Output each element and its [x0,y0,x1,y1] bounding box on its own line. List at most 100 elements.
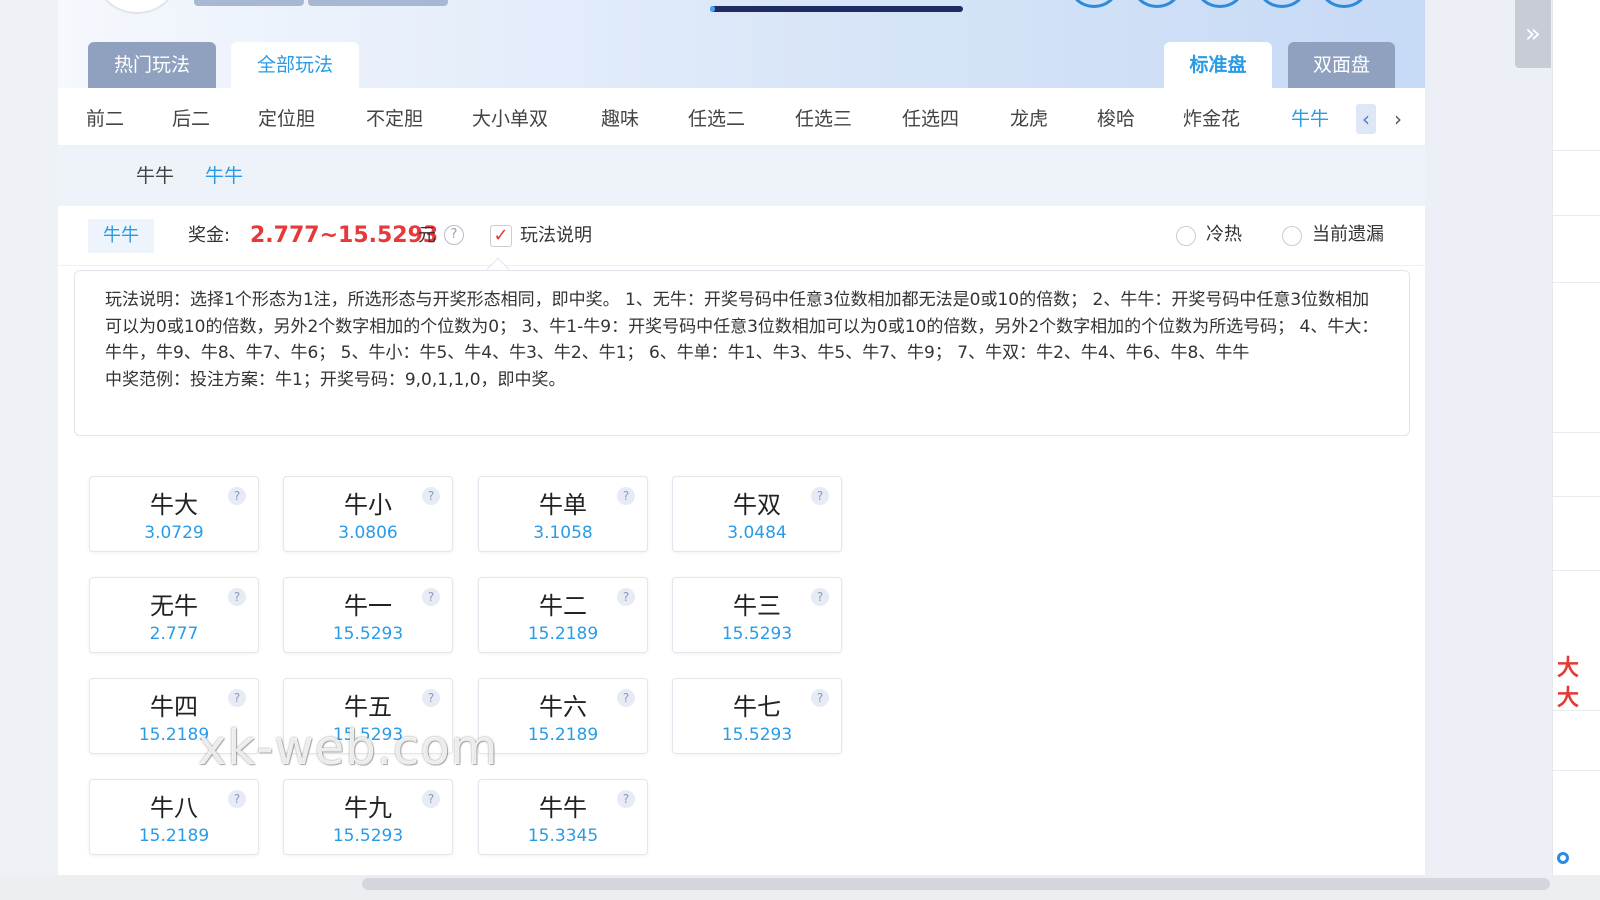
question-icon[interactable]: ? [228,689,246,707]
prize-unit: 元 [418,225,436,246]
bet-option-odds: 15.5293 [721,624,793,644]
bet-option-card[interactable]: 牛二 15.2189? [478,577,648,653]
nav-next-button[interactable]: › [1388,104,1408,134]
bet-option-odds: 15.5293 [332,725,404,745]
bet-option-odds: 15.5293 [332,624,404,644]
bet-option-card[interactable]: 牛大 3.0729? [89,476,259,552]
nav-item-niu-niu[interactable]: 牛牛 [1291,88,1329,146]
question-icon[interactable]: ? [422,790,440,808]
divider [1553,496,1600,497]
question-icon[interactable]: ? [811,487,829,505]
double-chevron-right-icon: » [1525,19,1541,49]
prize-info-bar: 牛牛 奖金: 2.777~15.5293 元 ? ✓ 玩法说明 冷热 当前遗漏 [58,206,1425,266]
sub-category-bar: 牛牛 牛牛 [58,146,1425,206]
tab-double-side-board[interactable]: 双面盘 [1288,42,1395,88]
tab-hot-plays[interactable]: 热门玩法 [88,42,216,88]
hot-cold-radio[interactable] [1176,226,1196,246]
rules-description: 玩法说明：选择1个形态为1注，所选形态与开奖形态相同，即中奖。 1、无牛：开奖号… [74,270,1410,436]
question-icon[interactable]: ? [228,487,246,505]
bet-option-odds: 3.1058 [533,523,593,543]
tab-all-plays[interactable]: 全部玩法 [231,42,359,88]
nav-item-ren-xuan-san[interactable]: 任选三 [795,88,852,146]
question-icon[interactable]: ? [617,588,635,606]
nav-item-qian-er[interactable]: 前二 [86,88,124,146]
bet-option-card[interactable]: 牛五 15.5293? [283,678,453,754]
hot-cold-label[interactable]: 冷热 [1206,206,1242,264]
edge-label: 大 [1557,686,1580,711]
draw-progress-bar [710,6,963,12]
nav-item-qu-wei[interactable]: 趣味 [601,88,639,146]
bet-option-card[interactable]: 牛三 15.5293? [672,577,842,653]
bet-option-odds: 15.5293 [721,725,793,745]
question-icon[interactable]: ? [422,487,440,505]
prize-label: 奖金: [188,225,231,246]
nav-item-long-hu[interactable]: 龙虎 [1010,88,1048,146]
header-button[interactable] [194,0,304,6]
rules-checkbox[interactable]: ✓ [490,225,512,247]
bet-option-odds: 15.3345 [527,826,599,846]
divider [1553,432,1600,433]
bet-option-card[interactable]: 牛小 3.0806? [283,476,453,552]
question-icon[interactable]: ? [422,588,440,606]
question-icon[interactable]: ? [422,689,440,707]
bet-option-card[interactable]: 牛单 3.1058? [478,476,648,552]
bet-option-odds: 3.0806 [338,523,398,543]
nav-item-hou-er[interactable]: 后二 [172,88,210,146]
bet-option-card[interactable]: 无牛 2.777? [89,577,259,653]
bet-option-odds: 15.2189 [527,725,599,745]
question-icon[interactable]: ? [617,487,635,505]
result-ball [1320,0,1368,8]
question-icon[interactable]: ? [617,790,635,808]
divider [1553,282,1600,283]
rules-checkbox-label[interactable]: 玩法说明 [520,206,592,266]
play-category-nav: 前二 后二 定位胆 不定胆 大小单双 趣味 任选二 任选三 任选四 龙虎 梭哈 … [58,88,1425,146]
nav-item-ren-xuan-si[interactable]: 任选四 [902,88,959,146]
nav-item-ren-xuan-er[interactable]: 任选二 [688,88,745,146]
question-icon[interactable]: ? [444,225,464,245]
nav-item-ding-wei-dan[interactable]: 定位胆 [258,88,315,146]
right-side-panel: 大 大 [1552,0,1600,900]
collapse-panel-button[interactable]: » [1515,0,1551,68]
header-button[interactable] [308,0,448,6]
rules-example: 中奖范例：投注方案：牛1；开奖号码：9,0,1,1,0，即中奖。 [105,369,566,390]
result-ball [1196,0,1244,8]
nav-item-zha-jin-hua[interactable]: 炸金花 [1183,88,1240,146]
question-icon[interactable]: ? [228,588,246,606]
bet-option-odds: 2.777 [149,624,199,644]
bet-option-odds: 15.2189 [527,624,599,644]
nav-prev-button[interactable]: ‹ [1356,104,1376,134]
missing-radio[interactable] [1282,226,1302,246]
chevron-left-icon: ‹ [1362,107,1370,131]
avatar [96,0,178,14]
nav-item-suo-ha[interactable]: 梭哈 [1097,88,1135,146]
bet-option-odds: 15.2189 [138,725,210,745]
header: 热门玩法 全部玩法 标准盘 双面盘 [58,0,1425,88]
divider [1553,770,1600,771]
bet-option-card[interactable]: 牛双 3.0484? [672,476,842,552]
result-ball [1258,0,1306,8]
bet-option-odds: 3.0484 [727,523,787,543]
tab-standard-board[interactable]: 标准盘 [1164,42,1272,88]
missing-label[interactable]: 当前遗漏 [1312,206,1384,264]
left-background [0,0,58,900]
nav-item-bu-ding-dan[interactable]: 不定胆 [366,88,423,146]
nav-item-da-xiao-dan-shuang[interactable]: 大小单双 [472,88,548,146]
bet-option-card[interactable]: 牛六 15.2189? [478,678,648,754]
scrollbar-thumb[interactable] [362,878,1550,890]
sub-item-niu-niu[interactable]: 牛牛 [205,146,243,206]
prize-value: 2.777~15.5293 [250,223,439,248]
edge-label: 大 [1557,656,1580,681]
bet-option-card[interactable]: 牛九 15.5293? [283,779,453,855]
bet-option-card[interactable]: 牛四 15.2189? [89,678,259,754]
question-icon[interactable]: ? [228,790,246,808]
main-panel: 热门玩法 全部玩法 标准盘 双面盘 前二 后二 定位胆 不定胆 大小单双 趣味 … [58,0,1425,900]
question-icon[interactable]: ? [617,689,635,707]
question-icon[interactable]: ? [811,588,829,606]
question-icon[interactable]: ? [811,689,829,707]
bet-option-card[interactable]: 牛一 15.5293? [283,577,453,653]
bet-option-card[interactable]: 牛七 15.5293? [672,678,842,754]
divider [1553,570,1600,571]
bet-option-card[interactable]: 牛八 15.2189? [89,779,259,855]
bet-option-card[interactable]: 牛牛 15.3345? [478,779,648,855]
bet-option-odds: 15.2189 [138,826,210,846]
